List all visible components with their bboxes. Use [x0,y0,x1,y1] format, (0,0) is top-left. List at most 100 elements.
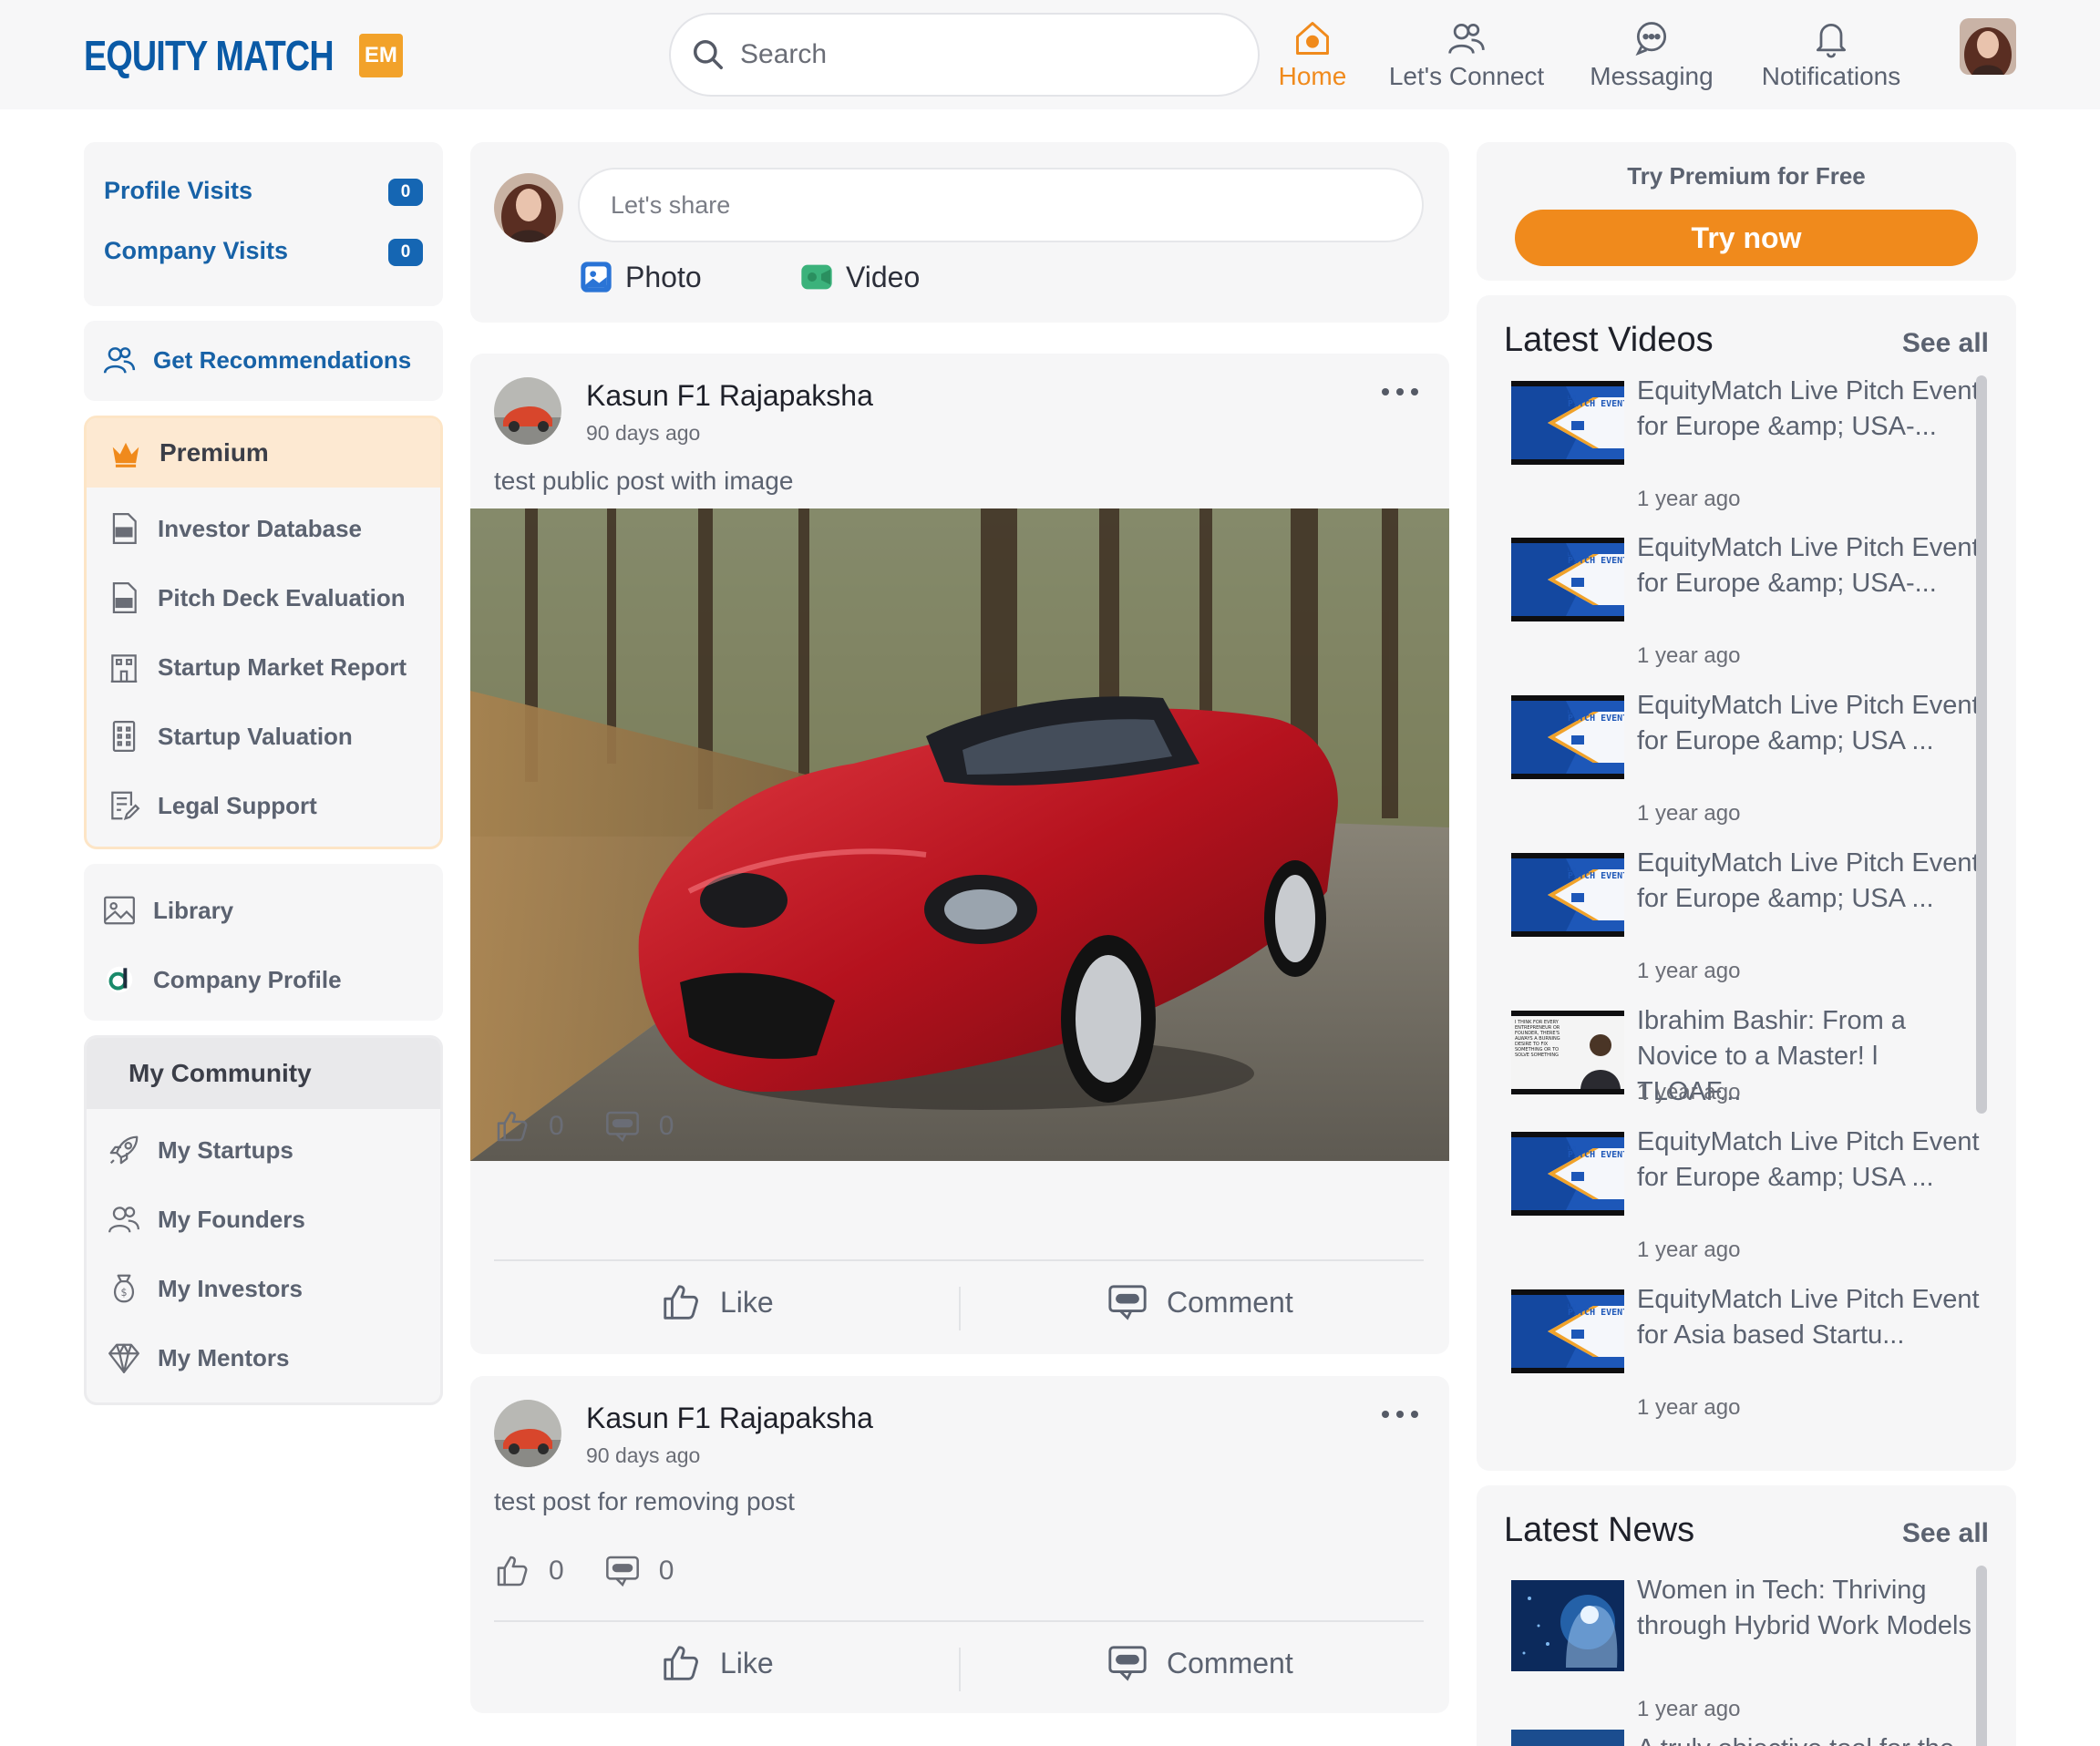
video-item[interactable]: LIVEPITCH EVENTSEquityMatch Live Pitch E… [1511,374,1980,519]
try-premium-title: Try Premium for Free [1627,162,1866,190]
comment-icon [605,1556,639,1587]
post-options-icon[interactable] [1382,1405,1418,1423]
db-file-icon: DB [112,513,137,544]
company-profile-label: Company Profile [153,965,342,993]
add-photo-button[interactable]: Photo [578,259,702,295]
premium-item-startup-valuation[interactable]: Startup Valuation [107,719,353,754]
post-image[interactable] [470,508,1449,1161]
nav-notifications[interactable]: Notifications [1750,9,1912,91]
community-item-label: My Startups [158,1135,293,1164]
news-item[interactable]: Women in Tech: Thriving through Hybrid W… [1511,1573,1976,1721]
community-item-my-founders[interactable]: My Founders [107,1202,305,1237]
comment-button[interactable]: Comment [1107,1281,1293,1323]
profile-visits-row[interactable]: Profile Visits [104,177,252,205]
search-icon [694,40,723,69]
company-visits-count: 0 [388,239,423,266]
try-premium-card: Try Premium for Free Try now [1477,142,2016,281]
news-see-all-link[interactable]: See all [1902,1518,1989,1549]
comment-button[interactable]: Comment [1107,1642,1293,1684]
video-item[interactable]: LIVEPITCH EVENTSEquityMatch Live Pitch E… [1511,1282,1980,1428]
company-profile-link[interactable]: Company Profile [102,962,342,997]
equity-match-logo[interactable]: EQUITY MATCH EM [84,27,403,84]
my-community-header: My Community [87,1038,440,1109]
logo-mark: EM [358,34,403,77]
nav-home-label: Home [1278,62,1347,90]
video-time: 1 year ago [1637,487,1741,511]
like-button[interactable]: Like [660,1281,774,1323]
nav-messaging[interactable]: Messaging [1584,9,1719,91]
like-button[interactable]: Like [660,1642,774,1684]
community-item-my-mentors[interactable]: My Mentors [107,1340,289,1375]
latest-news-widget: Latest News See all Women in Tech: Thriv… [1477,1485,2016,1746]
my-community-menu: My Community My Startups My Founders $ M… [84,1035,443,1405]
comment-icon [1108,1285,1147,1320]
svg-text:PITCH EVENTS: PITCH EVENTS [1568,399,1624,409]
video-title: EquityMatch Live Pitch Event for Europe … [1637,1127,1980,1192]
comment-count: 0 [658,1556,674,1586]
building-icon [110,654,138,683]
recommendations-card: Get Recommendations [84,321,443,401]
video-thumbnail: LIVEPITCH EVENTS [1511,1132,1624,1216]
add-video-button[interactable]: Video [798,259,920,295]
nav-lets-connect[interactable]: Let's Connect [1382,9,1551,91]
post-timestamp: 90 days ago [586,1443,701,1467]
community-item-my-investors[interactable]: $ My Investors [107,1271,303,1306]
svg-text:PITCH EVENTS: PITCH EVENTS [1568,1308,1624,1318]
video-item[interactable]: LIVEPITCH EVENTSEquityMatch Live Pitch E… [1511,1125,1980,1270]
comment-icon [1108,1646,1147,1681]
post-author-name[interactable]: Kasun F1 Rajapaksha [586,379,873,413]
video-item[interactable]: LIVEPITCH EVENTSEquityMatch Live Pitch E… [1511,846,1980,991]
library-label: Library [153,896,234,924]
search-input[interactable] [740,39,1214,70]
search-box[interactable] [669,13,1260,97]
get-recommendations-link[interactable]: Get Recommendations [102,343,411,377]
comment-label: Comment [1167,1646,1293,1679]
news-thumbnail [1511,1730,1624,1746]
nav-home[interactable]: Home [1276,9,1349,91]
latest-news-title: Latest News [1504,1511,1695,1549]
premium-item-legal-support[interactable]: Legal Support [107,788,317,823]
action-separator [959,1287,961,1330]
photo-label: Photo [625,260,702,293]
document-pen-icon [111,791,140,821]
latest-videos-widget: Latest Videos See all LIVEPITCH EVENTSEq… [1477,295,2016,1471]
library-link[interactable]: Library [102,893,233,928]
nav-lets-connect-label: Let's Connect [1388,62,1545,90]
post-author-avatar[interactable] [494,377,561,445]
post-options-icon[interactable] [1382,383,1418,401]
video-item[interactable]: LIVEPITCH EVENTSEquityMatch Live Pitch E… [1511,530,1980,676]
news-scrollbar[interactable] [1976,1566,1987,1746]
user-avatar[interactable] [1960,18,2016,75]
video-item[interactable]: LIVEPITCH EVENTSEquityMatch Live Pitch E… [1511,688,1980,834]
crown-icon [112,442,139,467]
post-divider [494,1620,1424,1622]
community-item-my-startups[interactable]: My Startups [107,1133,293,1167]
red-sports-car-photo [470,508,1449,1161]
premium-item-label: Startup Market Report [158,652,407,681]
premium-item-startup-market-report[interactable]: Startup Market Report [107,650,407,684]
community-item-label: My Investors [158,1274,303,1302]
comment-count: 0 [658,1111,674,1141]
news-time: 1 year ago [1637,1697,1741,1721]
community-item-label: My Mentors [158,1343,290,1371]
share-input[interactable] [578,168,1424,242]
videos-see-all-link[interactable]: See all [1902,328,1989,359]
feed-post: Kasun F1 Rajapaksha 90 days ago test pub… [470,354,1449,1354]
company-visits-row[interactable]: Company Visits [104,237,288,265]
post-author-name[interactable]: Kasun F1 Rajapaksha [586,1402,873,1435]
video-thumbnail: LIVEPITCH EVENTS [1511,1289,1624,1373]
premium-item-label: Pitch Deck Evaluation [158,583,406,611]
premium-item-investor-database[interactable]: DB Investor Database [107,511,362,546]
premium-item-label: Legal Support [158,791,317,819]
post-reaction-counts: 0 0 [494,1108,714,1145]
try-now-button[interactable]: Try now [1515,210,1978,266]
video-title: EquityMatch Live Pitch Event for Europe … [1637,848,1980,913]
post-author-avatar[interactable] [494,1400,561,1467]
video-title: EquityMatch Live Pitch Event for Europe … [1637,691,1980,755]
feed-post: Kasun F1 Rajapaksha 90 days ago test pos… [470,1376,1449,1713]
video-icon [801,264,832,290]
my-community-title: My Community [129,1059,312,1087]
videos-scrollbar[interactable] [1976,375,1987,1114]
news-item[interactable]: A truly objective tool for the [1511,1726,1976,1746]
premium-item-pitch-deck-evaluation[interactable]: AI Pitch Deck Evaluation [107,580,406,615]
